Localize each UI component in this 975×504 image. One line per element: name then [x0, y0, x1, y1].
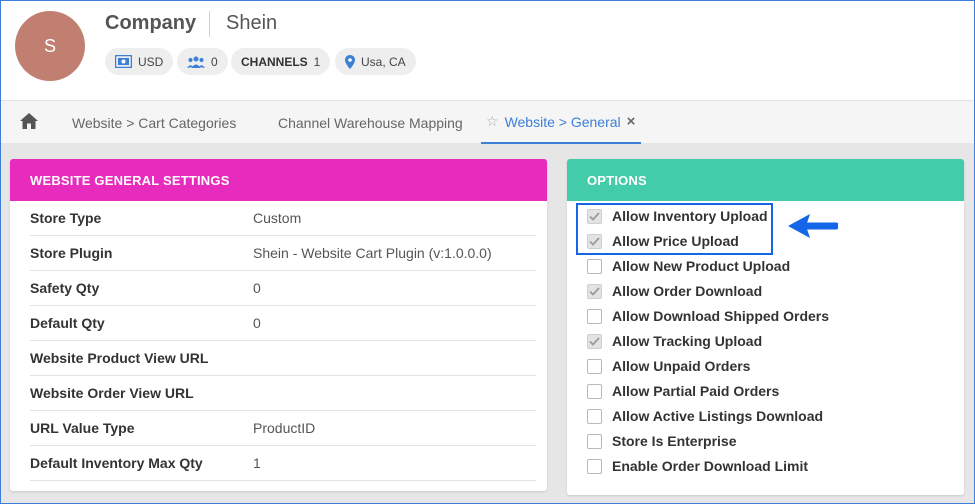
money-icon: [115, 55, 132, 68]
option-label: Allow New Product Upload: [612, 258, 791, 274]
settings-row: Store Plugin Shein - Website Cart Plugin …: [30, 236, 536, 271]
option-label: Allow Tracking Upload: [612, 333, 763, 349]
title-divider: [209, 11, 210, 37]
users-icon: [187, 56, 205, 68]
option-item[interactable]: Allow Active Listings Download: [587, 406, 823, 426]
option-checkbox[interactable]: [587, 408, 602, 424]
settings-row: Website Order View URL: [30, 376, 536, 411]
tab-website-general[interactable]: ☆ Website > General ×: [481, 101, 642, 144]
panel-title: WEBSITE GENERAL SETTINGS: [10, 159, 547, 201]
option-label: Allow Unpaid Orders: [612, 358, 751, 374]
users-chip[interactable]: 0: [177, 48, 228, 75]
option-checkbox[interactable]: [587, 333, 602, 349]
option-checkbox[interactable]: [587, 358, 602, 374]
setting-value: ProductID: [253, 420, 316, 436]
option-checkbox[interactable]: [587, 283, 602, 299]
setting-label: URL Value Type: [30, 420, 135, 436]
close-icon[interactable]: ×: [627, 113, 636, 130]
option-item[interactable]: Allow Order Download: [587, 281, 762, 301]
settings-row: Safety Qty 0: [30, 271, 536, 306]
setting-value: 0: [253, 315, 261, 331]
option-item[interactable]: Allow New Product Upload: [587, 256, 790, 276]
arrow-left-icon: [786, 212, 840, 245]
setting-label: Store Plugin: [30, 245, 113, 261]
settings-row: URL Value Type ProductID: [30, 411, 536, 446]
setting-value: 1: [253, 455, 261, 471]
tab-label: Channel Warehouse Mapping: [278, 114, 463, 131]
option-item[interactable]: Allow Tracking Upload: [587, 331, 762, 351]
company-name: Shein: [226, 12, 278, 34]
option-checkbox[interactable]: [587, 258, 602, 274]
setting-label: Store Type: [30, 210, 102, 226]
setting-label: Default Inventory Max Qty: [30, 455, 203, 471]
home-icon[interactable]: [20, 113, 38, 134]
settings-row: Store Type Custom: [30, 201, 536, 236]
currency-chip[interactable]: USD: [105, 48, 174, 75]
setting-value: 0: [253, 280, 261, 296]
setting-value: Shein - Website Cart Plugin (v:1.0.0.0): [253, 245, 492, 261]
setting-label: Default Qty: [30, 315, 105, 331]
setting-value: Custom: [253, 210, 302, 226]
setting-label: Website Product View URL: [30, 350, 209, 366]
option-item[interactable]: Allow Download Shipped Orders: [587, 306, 829, 326]
channels-label: CHANNELS: [241, 54, 308, 69]
currency-value: USD: [138, 54, 164, 69]
tab-label: Website > Cart Categories: [72, 114, 237, 131]
settings-row: Default Inventory Max Qty 1: [30, 446, 536, 481]
option-label: Allow Download Shipped Orders: [612, 308, 830, 324]
avatar-initial: S: [43, 35, 56, 56]
option-label: Allow Active Listings Download: [612, 408, 824, 424]
avatar: S: [15, 11, 85, 81]
company-label: Company: [105, 12, 197, 34]
settings-row: Default Qty 0: [30, 306, 536, 341]
channels-count: 1: [313, 54, 321, 69]
panel-title: OPTIONS: [567, 159, 964, 201]
option-label: Allow Partial Paid Orders: [612, 383, 780, 399]
settings-row: Website Product View URL: [30, 341, 536, 376]
option-checkbox[interactable]: [587, 383, 602, 399]
setting-label: Website Order View URL: [30, 385, 194, 401]
option-label: Allow Order Download: [612, 283, 763, 299]
option-checkbox[interactable]: [587, 308, 602, 324]
location-pin-icon: [345, 54, 355, 69]
option-item[interactable]: Enable Order Download Limit: [587, 456, 808, 476]
checkmark-icon: [589, 336, 600, 346]
annotation-highlight-box: [576, 203, 773, 255]
website-general-settings-panel: WEBSITE GENERAL SETTINGS Store Type Custo…: [10, 159, 547, 491]
setting-label: Safety Qty: [30, 280, 100, 296]
location-chip[interactable]: Usa, CA: [335, 48, 416, 75]
tab-bar: Website > Cart Categories Channel Wareho…: [0, 100, 975, 144]
tab-channel-warehouse-mapping[interactable]: Channel Warehouse Mapping: [278, 101, 463, 144]
channels-chip[interactable]: CHANNELS 1: [231, 48, 331, 75]
option-item[interactable]: Store Is Enterprise: [587, 431, 737, 451]
users-count: 0: [211, 54, 218, 69]
option-item[interactable]: Allow Partial Paid Orders: [587, 381, 779, 401]
option-checkbox[interactable]: [587, 433, 602, 449]
location-value: Usa, CA: [361, 54, 406, 69]
company-header: S Company Shein USD 0 CHANNELS 1 Usa, CA: [0, 0, 975, 100]
tab-label: Website > General: [504, 113, 621, 130]
option-checkbox[interactable]: [587, 458, 602, 474]
checkmark-icon: [589, 286, 600, 296]
option-item[interactable]: Allow Unpaid Orders: [587, 356, 750, 376]
option-label: Store Is Enterprise: [612, 433, 737, 449]
star-icon[interactable]: ☆: [486, 113, 499, 130]
option-label: Enable Order Download Limit: [612, 458, 809, 474]
tab-cart-categories[interactable]: Website > Cart Categories: [72, 101, 236, 144]
